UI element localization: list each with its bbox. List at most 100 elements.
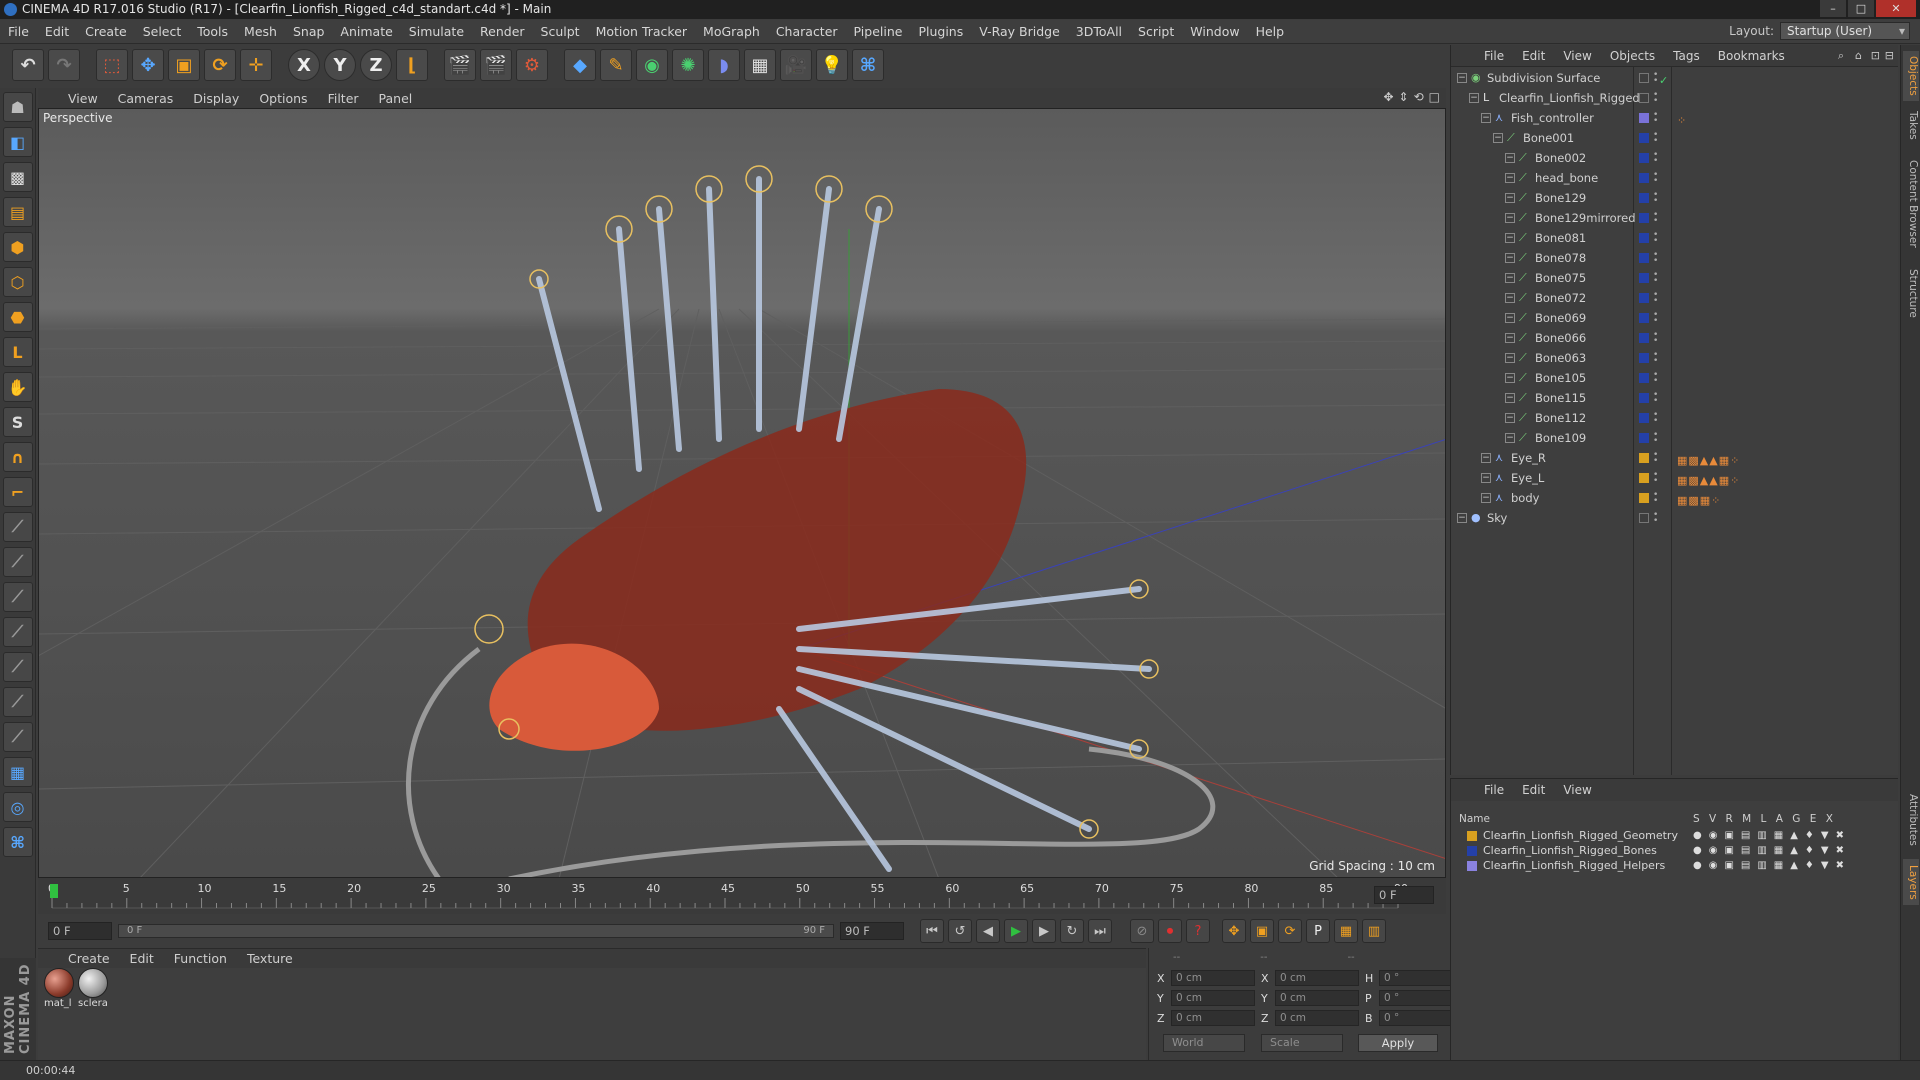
material-swatch[interactable]: mat_l [44, 968, 78, 1009]
polygons-mode-icon[interactable]: ⬣ [2, 302, 33, 332]
light-icon[interactable]: 💡 [816, 49, 848, 81]
close-button[interactable]: ✕ [1876, 0, 1916, 17]
home-icon[interactable]: ⌂ [1855, 49, 1862, 62]
menu-motion-tracker[interactable]: Motion Tracker [588, 24, 695, 39]
visibility-dots-icon[interactable]: • • [1653, 431, 1658, 446]
position-z-field[interactable]: 0 cm [1171, 1010, 1255, 1026]
render-picture-viewer-icon[interactable]: 🎬 [480, 49, 512, 81]
objects-menu-objects[interactable]: Objects [1601, 49, 1664, 63]
layer-color-tag[interactable] [1639, 393, 1649, 403]
menu-mograph[interactable]: MoGraph [695, 24, 768, 39]
objects-menu-file[interactable]: File [1475, 49, 1513, 63]
layer-color-tag[interactable] [1639, 73, 1649, 83]
key-rotation-icon[interactable]: ⟳ [1278, 919, 1302, 943]
apply-button[interactable]: Apply [1358, 1034, 1438, 1052]
tab-attributes[interactable]: Attributes [1903, 785, 1919, 855]
x-axis-lock-button[interactable]: X [288, 49, 320, 81]
redo-icon[interactable]: ↷ [48, 49, 80, 81]
expand-toggle-icon[interactable]: − [1505, 173, 1515, 183]
rotate-icon[interactable]: ⟳ [204, 49, 236, 81]
edges-mode-icon[interactable]: ⬡ [2, 267, 33, 297]
close-panel-icon[interactable]: ⊟ [1885, 49, 1894, 62]
grid-snap-icon[interactable]: ▦ [2, 757, 33, 787]
expand-toggle-icon[interactable]: − [1505, 273, 1515, 283]
go-to-end-icon[interactable]: ⏭ [1088, 919, 1112, 943]
object-row[interactable]: − ⟋ Bone115 • • [1451, 388, 1899, 408]
material-menu-create[interactable]: Create [58, 951, 120, 966]
object-row[interactable]: − ⟋ Bone081 • • [1451, 228, 1899, 248]
python-icon[interactable]: ⌘ [852, 49, 884, 81]
visibility-dots-icon[interactable]: • • [1653, 111, 1658, 126]
object-row[interactable]: − ⟋ head_bone • • [1451, 168, 1899, 188]
bone-tool-icon[interactable]: ⟋ [2, 512, 33, 542]
layer-color-tag[interactable] [1639, 273, 1649, 283]
layout-dropdown[interactable]: Startup (User) [1780, 22, 1910, 40]
visibility-dots-icon[interactable]: • • [1653, 151, 1658, 166]
expand-toggle-icon[interactable]: − [1505, 313, 1515, 323]
viewport-dolly-icon[interactable]: ⇕ [1399, 90, 1409, 104]
tab-content-browser[interactable]: Content Browser [1903, 149, 1919, 259]
layer-visibility-toggles[interactable]: ●◉▣▤▥▦▲♦▼✖ [1693, 844, 1851, 858]
spline-pen-icon[interactable]: ✎ [600, 49, 632, 81]
layer-color-tag[interactable] [1639, 373, 1649, 383]
maximize-button[interactable]: □ [1848, 0, 1874, 17]
menu-select[interactable]: Select [135, 24, 190, 39]
axis-mode-icon[interactable]: L [2, 337, 33, 367]
expand-toggle-icon[interactable]: − [1469, 93, 1479, 103]
object-row[interactable]: − L Clearfin_Lionfish_Rigged • • [1451, 88, 1899, 108]
expand-toggle-icon[interactable]: − [1481, 473, 1491, 483]
expand-toggle-icon[interactable]: − [1493, 133, 1503, 143]
search-icon[interactable]: ⌕ [1838, 49, 1844, 63]
key-scale-icon[interactable]: ▣ [1250, 919, 1274, 943]
layer-color-tag[interactable] [1639, 493, 1649, 503]
object-row[interactable]: − ● Sky • • [1451, 508, 1899, 528]
make-editable-icon[interactable]: ☗ [2, 92, 33, 122]
menu-script[interactable]: Script [1130, 24, 1182, 39]
material-swatch[interactable]: sclera [78, 968, 112, 1009]
viewport-menu-view[interactable]: View [58, 91, 108, 106]
visibility-dots-icon[interactable]: • • [1653, 511, 1658, 526]
visibility-dots-icon[interactable]: • • [1653, 231, 1658, 246]
object-row[interactable]: − ⟋ Bone001 • • [1451, 128, 1899, 148]
layers-menu-edit[interactable]: Edit [1513, 783, 1554, 797]
coordinate-system-icon[interactable]: ⌊ [396, 49, 428, 81]
tab-layers[interactable]: Layers [1903, 859, 1919, 905]
object-row[interactable]: − ⟋ Bone002 • • [1451, 148, 1899, 168]
object-row[interactable]: − ⟋ Bone112 • • [1451, 408, 1899, 428]
timeline-window-icon[interactable]: ▥ [1362, 919, 1386, 943]
layer-row[interactable]: Clearfin_Lionfish_Rigged_Helpers ●◉▣▤▥▦▲… [1461, 859, 1891, 873]
layer-color-tag[interactable] [1639, 453, 1649, 463]
viewport-menu-panel[interactable]: Panel [369, 91, 423, 106]
previous-key-icon[interactable]: ↺ [948, 919, 972, 943]
visibility-dots-icon[interactable]: • • [1653, 271, 1658, 286]
menu-window[interactable]: Window [1182, 24, 1247, 39]
expand-toggle-icon[interactable]: − [1457, 513, 1467, 523]
expand-toggle-icon[interactable]: − [1481, 113, 1491, 123]
object-row[interactable]: − ⟋ Bone066 • • [1451, 328, 1899, 348]
minimize-button[interactable]: – [1820, 0, 1846, 17]
mograph-cloner-icon[interactable]: ✺ [672, 49, 704, 81]
layer-visibility-toggles[interactable]: ●◉▣▤▥▦▲♦▼✖ [1693, 859, 1851, 873]
expand-toggle-icon[interactable]: − [1505, 413, 1515, 423]
objects-menu-view[interactable]: View [1554, 49, 1600, 63]
layer-color-tag[interactable] [1639, 133, 1649, 143]
new-view-icon[interactable]: ⊡ [1871, 49, 1880, 62]
viewport-menu-cameras[interactable]: Cameras [108, 91, 184, 106]
layer-visibility-toggles[interactable]: ●◉▣▤▥▦▲♦▼✖ [1693, 829, 1851, 843]
workplane-mode-icon[interactable]: ▤ [2, 197, 33, 227]
visibility-dots-icon[interactable]: • • [1653, 191, 1658, 206]
motion-record-icon[interactable]: ⊘ [1130, 919, 1154, 943]
texture-mode-icon[interactable]: ▩ [2, 162, 33, 192]
object-row[interactable]: − ⋏ body • • ▦▩▦⁘ [1451, 488, 1899, 508]
menu-sculpt[interactable]: Sculpt [533, 24, 588, 39]
key-pla-icon[interactable]: ▦ [1334, 919, 1358, 943]
expand-toggle-icon[interactable]: − [1505, 393, 1515, 403]
edit-render-settings-icon[interactable]: ⚙ [516, 49, 548, 81]
menu-vray-bridge[interactable]: V-Ray Bridge [971, 24, 1068, 39]
coordinate-space-dropdown[interactable]: World [1163, 1034, 1245, 1052]
deformer-bend-icon[interactable]: ◗ [708, 49, 740, 81]
play-forward-icon[interactable]: ▶ [1004, 919, 1028, 943]
viewport-menu-filter[interactable]: Filter [318, 91, 369, 106]
menu-pipeline[interactable]: Pipeline [846, 24, 911, 39]
objects-menu-tags[interactable]: Tags [1664, 49, 1709, 63]
